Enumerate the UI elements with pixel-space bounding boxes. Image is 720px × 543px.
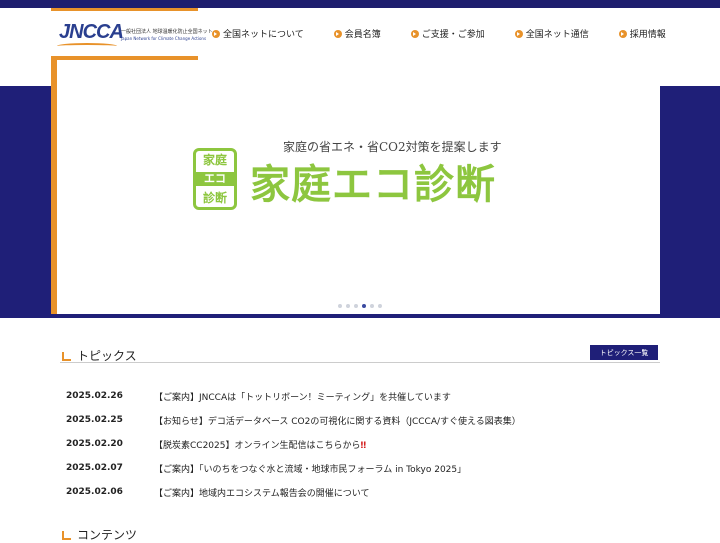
news-title[interactable]: 【ご案内】「いのちをつなぐ水と流域・地球市民フォーラム in Tokyo 202… — [154, 462, 466, 475]
topics-divider — [60, 362, 660, 363]
arrow-circle-icon — [618, 29, 627, 38]
badge-mid-text: エコ — [196, 172, 234, 186]
slider-dot-active[interactable] — [362, 304, 366, 308]
list-item[interactable]: 2025.02.26 【ご案内】JNCCAは「トットリボーン！ミーティング」を共… — [66, 384, 666, 408]
nav-item-label: 全国ネット通信 — [525, 30, 589, 40]
news-title-text: 【脱炭素CC2025】オンライン生配信はこちらから — [154, 440, 361, 451]
nav-item-recruit[interactable]: 採用情報 — [618, 27, 666, 40]
list-item[interactable]: 2025.02.25 【お知らせ】デコ活データベース CO2の可視化に関する資料… — [66, 408, 666, 432]
news-title[interactable]: 【ご案内】JNCCAは「トットリボーン！ミーティング」を共催しています — [154, 390, 451, 403]
logo-org-name: 一般社団法人 地球温暖化防止全国ネット — [121, 29, 213, 35]
badge-bottom-text: 診断 — [202, 191, 227, 205]
news-date: 2025.02.06 — [66, 487, 123, 497]
topics-list-button[interactable]: トピックス一覧 — [590, 345, 658, 360]
slider-dot[interactable] — [378, 304, 382, 308]
news-date: 2025.02.07 — [66, 463, 123, 473]
site-logo[interactable]: JNCCA 一般社団法人 地球温暖化防止全国ネット Japan Network … — [51, 8, 213, 56]
arrow-circle-icon — [514, 29, 523, 38]
list-item[interactable]: 2025.02.06 【ご案内】地域内エコシステム報告会の開催について — [66, 480, 666, 504]
arrow-circle-icon — [212, 29, 220, 38]
exclamation-icon: ‼ — [360, 440, 367, 451]
heading-mark-icon — [62, 531, 71, 540]
nav-item-newsletter[interactable]: 全国ネット通信 — [514, 27, 589, 40]
logo-org-name-en: Japan Network for Climate Change Actions — [121, 36, 207, 41]
news-title[interactable]: 【ご案内】地域内エコシステム報告会の開催について — [154, 486, 369, 499]
topics-list: 2025.02.26 【ご案内】JNCCAは「トットリボーン！ミーティング」を共… — [66, 384, 666, 504]
logo-mark: JNCCA — [59, 21, 124, 43]
news-title[interactable]: 【お知らせ】デコ活データベース CO2の可視化に関する資料（JCCCA/すぐ使え… — [154, 414, 521, 427]
slider-dot[interactable] — [354, 304, 358, 308]
list-item[interactable]: 2025.02.07 【ご案内】「いのちをつなぐ水と流域・地球市民フォーラム i… — [66, 456, 666, 480]
nav-item-about[interactable]: 全国ネットについて — [212, 27, 304, 40]
main-nav: 全国ネットについて 会員名簿 ご支援・ご参加 全国ネット通信 採用情報 — [212, 27, 696, 40]
logo-swoosh — [57, 43, 117, 49]
slider-dot[interactable] — [370, 304, 374, 308]
hero-title: 家庭エコ診断 — [250, 162, 496, 208]
nav-item-label: 全国ネットについて — [223, 30, 304, 40]
slider-dot[interactable] — [338, 304, 342, 308]
news-title[interactable]: 【脱炭素CC2025】オンライン生配信はこちらから‼ — [154, 438, 366, 451]
eco-badge-icon: 家庭 エコ 診断 — [193, 148, 237, 210]
nav-item-support[interactable]: ご支援・ご参加 — [410, 27, 485, 40]
contents-heading: コンテンツ — [62, 526, 137, 543]
hero-slider[interactable]: 家庭の省エネ・省CO2対策を提案します 家庭 エコ 診断 家庭エコ診断 — [57, 60, 660, 314]
nav-item-label: ご支援・ご参加 — [421, 30, 485, 40]
slider-dots — [338, 304, 382, 308]
news-date: 2025.02.26 — [66, 391, 123, 401]
nav-item-label: 会員名簿 — [344, 30, 381, 40]
arrow-circle-icon — [333, 29, 342, 38]
contents-title: コンテンツ — [77, 528, 138, 542]
arrow-circle-icon — [410, 29, 419, 38]
nav-item-members[interactable]: 会員名簿 — [333, 27, 381, 40]
news-date: 2025.02.20 — [66, 439, 123, 449]
heading-mark-icon — [62, 352, 71, 361]
slider-dot[interactable] — [346, 304, 350, 308]
list-item[interactable]: 2025.02.20 【脱炭素CC2025】オンライン生配信はこちらから‼ — [66, 432, 666, 456]
nav-item-label: 採用情報 — [629, 30, 666, 40]
badge-top-text: 家庭 — [202, 153, 227, 167]
top-bar — [0, 0, 720, 8]
news-date: 2025.02.25 — [66, 415, 123, 425]
